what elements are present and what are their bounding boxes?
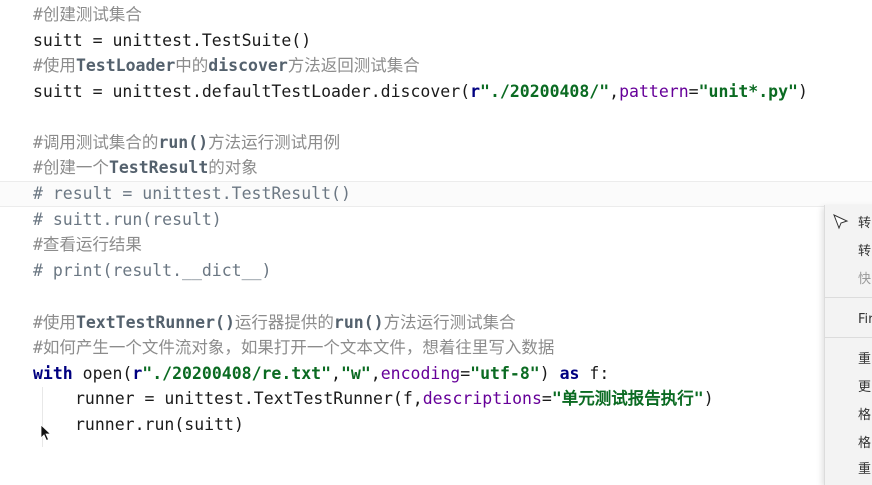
keyword-argument: encoding [380,364,461,383]
code-token: ) [703,389,714,408]
string-literal: "单元测试报告执行" [551,389,704,408]
menu-item-1[interactable]: 转 [858,213,871,235]
code-line-9[interactable]: # suitt.run(result) [33,207,222,233]
comment-text: 方法返回测试集合 [287,56,420,75]
string-literal: "unit*.py" [698,82,798,101]
menu-item-6[interactable]: 更 [858,377,871,399]
code-line-7[interactable]: #创建一个TestResult的对象 [33,155,258,181]
code-line-4[interactable]: suitt = unittest.defaultTestLoader.disco… [33,79,808,105]
menu-item-8[interactable]: 格 [858,433,871,455]
comment-text: #使用 [33,313,76,332]
code-line-1[interactable]: #创建测试集合 [33,2,142,28]
string-literal: "./20200408/re.txt" [142,364,332,383]
code-line-2[interactable]: suitt = unittest.TestSuite() [33,28,311,54]
comment-code: discover [208,56,288,75]
comment-text: #调用测试集合的 [33,133,159,152]
string-prefix: r [132,364,143,383]
code-token: ) [539,364,560,383]
menu-separator [825,337,872,338]
comment-code: run() [333,313,384,332]
comment-text: 方法运行测试集合 [383,313,516,332]
code-token: = [688,82,699,101]
string-literal: "utf-8" [470,364,540,383]
keyword-with: with [33,364,73,383]
menu-item-2[interactable]: 转 [858,241,871,263]
comment-code: TextTestRunner() [75,313,235,332]
code-line-11[interactable]: # print(result.__dict__) [33,258,271,284]
menu-item-5[interactable]: 重 [858,349,871,371]
keyword-argument: pattern [619,82,689,101]
menu-item-3[interactable]: 快 [858,269,871,291]
code-line-14[interactable]: #如何产生一个文件流对象，如果打开一个文本文件，想着往里写入数据 [33,335,554,361]
comment-text: #使用 [33,56,76,75]
code-line-16[interactable]: runner = unittest.TextTestRunner(f,descr… [75,386,714,412]
code-line-10[interactable]: #查看运行结果 [33,232,142,258]
string-literal: "w" [340,364,371,383]
context-menu[interactable]: 转 转 快 Fir 重 更 格 格 重 [824,205,872,485]
menu-item-9[interactable]: 重 [858,459,871,481]
cursor-icon [833,214,849,230]
code-token: ) [797,82,808,101]
code-editor[interactable]: #创建测试集合 suitt = unittest.TestSuite() #使用… [0,0,872,473]
comment-text: 中的 [175,56,209,75]
comment-code: TestResult [108,158,209,177]
code-line-8[interactable]: # result = unittest.TestResult() [33,181,351,207]
comment-text: #创建一个 [33,158,109,177]
string-literal: "./20200408/" [480,82,610,101]
code-line-13[interactable]: #使用TextTestRunner()运行器提供的run()方法运行测试集合 [33,310,516,336]
code-line-6[interactable]: #调用测试集合的run()方法运行测试用例 [33,130,340,156]
code-token: suitt = unittest.defaultTestLoader.disco… [33,82,471,101]
code-line-3[interactable]: #使用TestLoader中的discover方法返回测试集合 [33,53,420,79]
menu-item-7[interactable]: 格 [858,405,871,427]
comment-text: 方法运行测试用例 [208,133,341,152]
code-token: = [460,364,471,383]
code-token: open( [72,364,133,383]
code-line-17[interactable]: runner.run(suitt) [75,412,244,438]
menu-item-4[interactable]: Fir [858,309,872,331]
code-line-15[interactable]: with open(r"./20200408/re.txt","w",encod… [33,361,609,387]
comment-code: TestLoader [75,56,176,75]
keyword-argument: descriptions [422,389,542,408]
menu-separator [825,297,872,298]
code-token: , [609,82,620,101]
keyword-as: as [559,364,580,383]
code-token: , [370,364,381,383]
code-token: runner = unittest.TextTestRunner(f, [75,389,423,408]
comment-text: 的对象 [208,158,258,177]
mouse-pointer-icon [40,424,52,442]
comment-text: 运行器提供的 [234,313,334,332]
code-token: = [541,389,552,408]
comment-code: run() [158,133,209,152]
code-token: f: [579,364,610,383]
string-prefix: r [470,82,481,101]
code-token: , [331,364,341,383]
